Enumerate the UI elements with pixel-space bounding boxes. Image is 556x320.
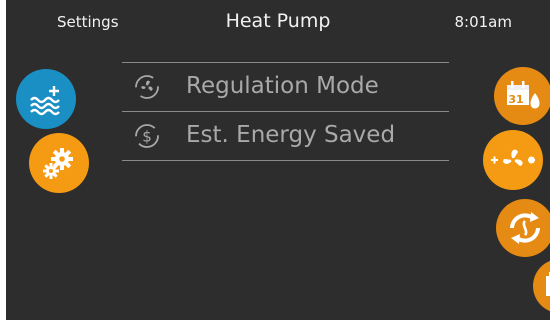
fan-icon xyxy=(491,149,535,166)
screen: Settings Heat Pump 8:01am Regulation Mod… xyxy=(6,0,550,320)
menu-item-label: Est. Energy Saved xyxy=(186,122,396,148)
calendar-day: 31 xyxy=(508,93,523,106)
cycle-button[interactable] xyxy=(496,199,550,257)
menu-item-regulation-mode[interactable]: Regulation Mode xyxy=(122,63,449,111)
top-bar: Settings Heat Pump 8:01am xyxy=(6,0,550,44)
calendar-icon: 3 xyxy=(546,272,550,296)
svg-text:$: $ xyxy=(142,128,152,146)
gears-icon xyxy=(43,148,73,179)
menu-divider xyxy=(122,160,449,161)
menu-item-energy-saved[interactable]: $ Est. Energy Saved xyxy=(122,112,449,160)
menu-item-label: Regulation Mode xyxy=(186,73,379,99)
cycle-icon xyxy=(510,212,540,244)
heat-pump-fan-button[interactable] xyxy=(483,130,543,190)
clock-time: 8:01am xyxy=(454,13,513,31)
water-heat-icon xyxy=(30,86,60,116)
settings-menu: Regulation Mode $ Est. Energy Saved xyxy=(122,62,449,161)
fan-mode-icon xyxy=(135,75,159,99)
schedule-water-button[interactable]: 31 xyxy=(494,67,550,125)
settings-gears-button[interactable] xyxy=(29,133,89,193)
dollar-cycle-icon: $ xyxy=(135,124,159,148)
water-heat-button[interactable] xyxy=(16,69,76,129)
calendar-drop-icon: 31 xyxy=(507,81,540,109)
schedule-button[interactable]: 3 xyxy=(533,259,550,313)
